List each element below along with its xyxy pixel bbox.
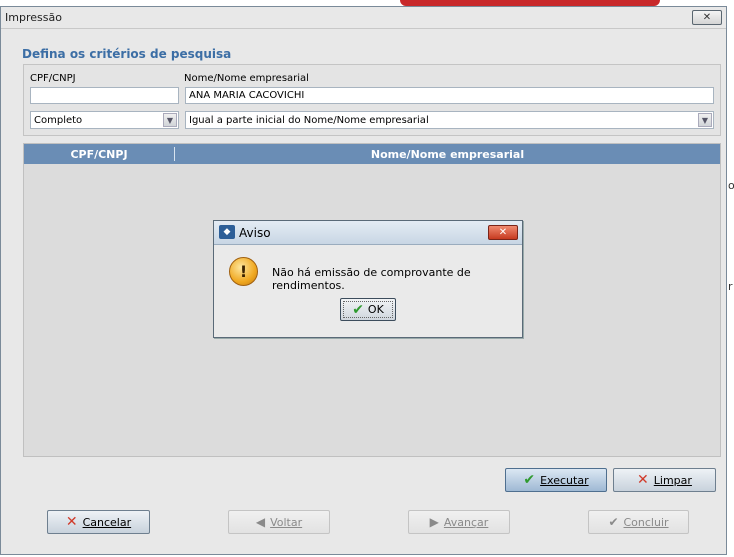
dialog-close-button[interactable]: ✕ <box>488 225 518 240</box>
warning-dialog: ◆ Aviso ✕ ! Não há emissão de comprovant… <box>213 220 523 338</box>
avancar-label: Avançar <box>443 515 489 529</box>
ok-label: OK <box>367 303 384 316</box>
column-header-name[interactable]: Nome/Nome empresarial <box>175 148 720 161</box>
arrow-left-icon: ◀ <box>255 515 266 529</box>
match-select[interactable]: Igual a parte inicial do Nome/Nome empre… <box>185 111 714 129</box>
warning-icon: ! <box>229 257 258 286</box>
window-close-button[interactable]: ✕ <box>692 10 722 25</box>
arrow-right-icon: ▶ <box>429 515 439 529</box>
executar-button[interactable]: ✔ Executar <box>505 468 607 492</box>
name-input[interactable]: ANA MARIA CACOVICHI <box>185 87 714 104</box>
dialog-message: Não há emissão de comprovante de rendime… <box>272 266 471 292</box>
match-select-value: Igual a parte inicial do Nome/Nome empre… <box>189 115 429 126</box>
limpar-label: Limpar <box>653 473 692 487</box>
concluir-label: Concluir <box>623 515 669 529</box>
mode-select[interactable]: Completo ▼ <box>30 111 179 129</box>
chevron-down-icon[interactable]: ▼ <box>163 113 177 127</box>
voltar-label: Voltar <box>270 515 303 529</box>
chevron-down-icon[interactable]: ▼ <box>698 113 712 127</box>
cancelar-label: Cancelar <box>82 515 132 529</box>
cpf-input[interactable] <box>30 87 179 104</box>
close-icon: ✕ <box>498 227 508 238</box>
background-text: r <box>728 280 733 293</box>
cancelar-button[interactable]: ✕ Cancelar <box>47 510 150 534</box>
dialog-title: Aviso <box>239 226 271 240</box>
name-label: Nome/Nome empresarial <box>184 73 309 84</box>
check-icon: ✔ <box>523 472 536 488</box>
mode-select-value: Completo <box>34 115 83 126</box>
x-icon: ✕ <box>637 472 649 488</box>
app-logo-icon: ◆ <box>219 225 235 239</box>
dialog-titlebar: ◆ Aviso ✕ <box>214 221 522 245</box>
ok-button[interactable]: ✔ OK <box>340 298 396 321</box>
section-title: Defina os critérios de pesquisa <box>22 47 232 61</box>
check-icon: ✔ <box>608 515 619 529</box>
window-title: Impressão <box>5 11 62 24</box>
grid-header: CPF/CNPJ Nome/Nome empresarial <box>24 144 720 164</box>
concluir-button[interactable]: ✔ Concluir <box>588 510 689 534</box>
close-icon: ✕ <box>702 12 712 23</box>
cpf-label: CPF/CNPJ <box>30 73 76 84</box>
voltar-button[interactable]: ◀ Voltar <box>228 510 330 534</box>
column-header-cpf[interactable]: CPF/CNPJ <box>24 148 174 161</box>
limpar-button[interactable]: ✕ Limpar <box>613 468 716 492</box>
x-icon: ✕ <box>65 514 78 530</box>
executar-label: Executar <box>540 473 589 487</box>
check-icon: ✔ <box>352 301 364 318</box>
background-right <box>727 0 734 557</box>
avancar-button[interactable]: ▶ Avançar <box>408 510 510 534</box>
criteria-panel: CPF/CNPJ Nome/Nome empresarial ANA MARIA… <box>23 64 721 136</box>
window-titlebar: Impressão ✕ <box>1 7 726 29</box>
background-text: o <box>728 179 734 192</box>
